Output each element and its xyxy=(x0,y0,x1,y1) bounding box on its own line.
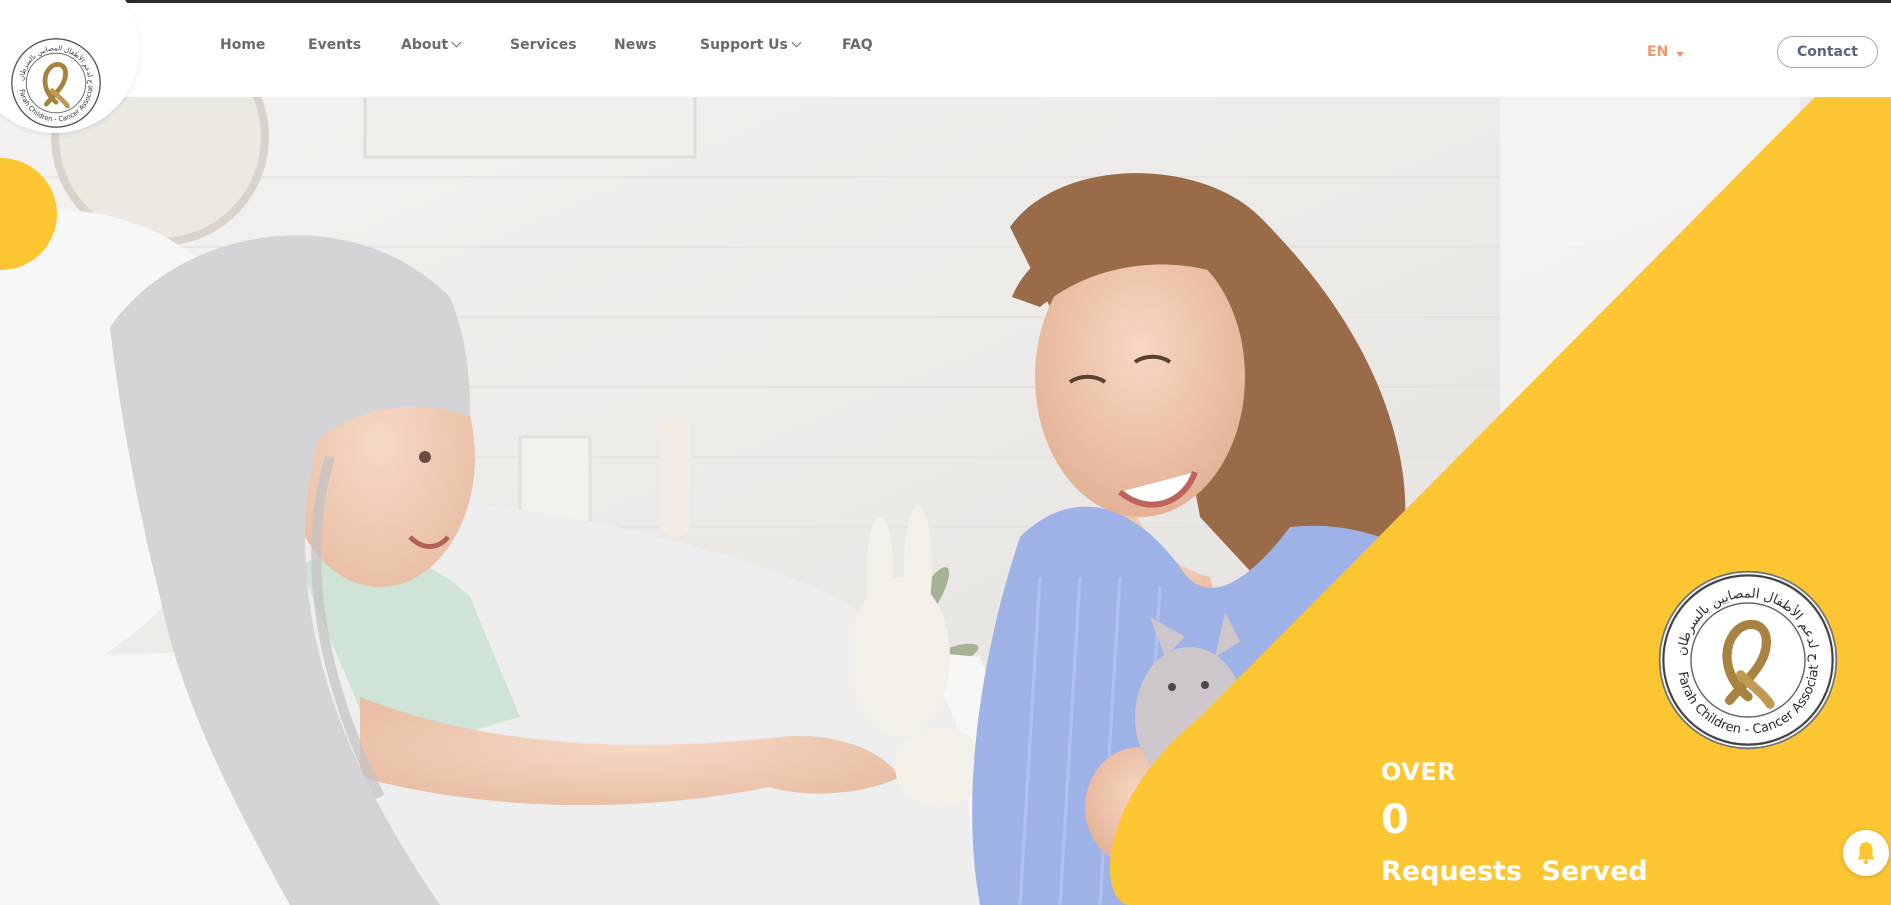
nav-events[interactable]: Events xyxy=(308,37,361,53)
association-seal-logo: جمعية فرح لدعم الأطفال المصابين بالسرطان… xyxy=(1656,568,1838,750)
site-header: جمعية فرح لدعم الأطفال المصابين بالسرطان… xyxy=(0,0,1891,133)
nav-services[interactable]: Services xyxy=(510,37,577,53)
notification-button[interactable] xyxy=(1843,830,1889,876)
nav-news[interactable]: News xyxy=(614,37,656,53)
nav-faq-label: FAQ xyxy=(842,37,873,53)
hero-section: جمعية فرح لدعم الأطفال المصابين بالسرطان… xyxy=(0,97,1891,905)
nav-events-label: Events xyxy=(308,37,362,53)
header-logo[interactable]: جمعية فرح لدعم الأطفال المصابين بالسرطان… xyxy=(8,35,104,131)
counter-value: 0 xyxy=(1381,797,1409,843)
nav-home-label: Home xyxy=(220,37,266,53)
chevron-down-icon xyxy=(451,37,462,48)
language-label: EN xyxy=(1647,44,1669,60)
nav-home[interactable]: Home xyxy=(220,37,265,53)
caret-down-icon xyxy=(1676,52,1685,57)
nav-news-label: News xyxy=(614,37,657,53)
chevron-down-icon xyxy=(791,37,802,48)
contact-button[interactable]: Contact xyxy=(1777,36,1878,68)
nav-about[interactable]: About xyxy=(401,37,462,53)
counter-prefix: OVER xyxy=(1381,758,1457,786)
nav-support-us-label: Support Us xyxy=(700,37,788,53)
nav-services-label: Services xyxy=(510,37,577,53)
bell-icon xyxy=(1857,842,1875,865)
language-selector[interactable]: EN xyxy=(1647,44,1685,60)
nav-support-us[interactable]: Support Us xyxy=(700,37,802,53)
nav-about-label: About xyxy=(401,37,449,53)
counter-label: Requests Served xyxy=(1381,856,1648,887)
hero-photo xyxy=(0,97,1891,905)
nav-faq[interactable]: FAQ xyxy=(842,37,873,53)
